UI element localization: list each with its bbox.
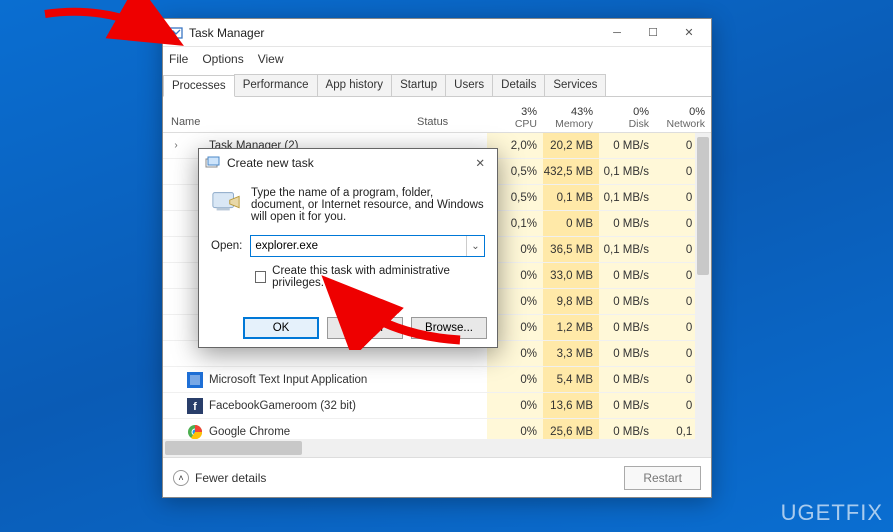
cell-mem: 36,5 MB xyxy=(543,237,599,262)
cell-cpu: 0% xyxy=(487,419,543,439)
tab-users[interactable]: Users xyxy=(445,74,493,96)
menu-view[interactable]: View xyxy=(258,52,284,66)
fewer-details-toggle[interactable]: ˄ Fewer details xyxy=(173,470,266,486)
dialog-description: Type the name of a program, folder, docu… xyxy=(251,187,485,223)
column-headers: Name Status 3%CPU 43%Memory 0%Disk 0%Net… xyxy=(163,97,711,133)
cell-disk: 0 MB/s xyxy=(599,367,655,392)
run-icon xyxy=(211,187,241,217)
col-name[interactable]: Name xyxy=(163,116,417,132)
cell-mem: 0,1 MB xyxy=(543,185,599,210)
cell-disk: 0,1 MB/s xyxy=(599,185,655,210)
cell-cpu: 0% xyxy=(487,367,543,392)
open-label: Open: xyxy=(211,240,242,252)
tab-details[interactable]: Details xyxy=(492,74,545,96)
cell-mem: 5,4 MB xyxy=(543,367,599,392)
dialog-close-button[interactable]: ✕ xyxy=(469,156,491,170)
horizontal-scrollbar[interactable] xyxy=(163,439,711,457)
process-name: Microsoft Text Input Application xyxy=(209,374,367,386)
col-cpu[interactable]: 3%CPU xyxy=(487,106,543,132)
cancel-button[interactable]: Cancel xyxy=(327,317,403,339)
process-name: FacebookGameroom (32 bit) xyxy=(209,400,356,412)
menubar: File Options View xyxy=(163,47,711,71)
col-memory[interactable]: 43%Memory xyxy=(543,106,599,132)
col-disk[interactable]: 0%Disk xyxy=(599,106,655,132)
maximize-button[interactable]: ☐ xyxy=(635,20,671,46)
expand-chevron-icon[interactable]: › xyxy=(171,140,181,151)
window-title: Task Manager xyxy=(189,26,599,40)
process-name: Google Chrome xyxy=(209,426,290,438)
cell-mem: 20,2 MB xyxy=(543,133,599,158)
cell-disk: 0,1 MB/s xyxy=(599,159,655,184)
cell-mem: 13,6 MB xyxy=(543,393,599,418)
app-blue-icon xyxy=(187,372,203,388)
cell-mem: 25,6 MB xyxy=(543,419,599,439)
cell-disk: 0 MB/s xyxy=(599,211,655,236)
cell-mem: 0 MB xyxy=(543,211,599,236)
admin-label: Create this task with administrative pri… xyxy=(272,265,485,289)
admin-checkbox[interactable] xyxy=(255,271,266,283)
table-row[interactable]: Microsoft Text Input Application 0%5,4 MB… xyxy=(163,367,711,393)
browse-button[interactable]: Browse... xyxy=(411,317,487,339)
titlebar[interactable]: Task Manager ─ ☐ ✕ xyxy=(163,19,711,47)
cell-disk: 0 MB/s xyxy=(599,393,655,418)
cell-mem: 432,5 MB xyxy=(543,159,599,184)
menu-options[interactable]: Options xyxy=(202,52,243,66)
dialog-title: Create new task xyxy=(227,156,469,170)
run-dialog-icon xyxy=(205,155,221,171)
tabbar: ProcessesPerformanceApp historyStartupUs… xyxy=(163,71,711,97)
chevron-up-icon: ˄ xyxy=(173,470,189,486)
tab-services[interactable]: Services xyxy=(544,74,606,96)
cell-disk: 0 MB/s xyxy=(599,315,655,340)
cell-disk: 0 MB/s xyxy=(599,133,655,158)
dialog-titlebar[interactable]: Create new task ✕ xyxy=(199,149,497,177)
create-new-task-dialog: Create new task ✕ Type the name of a pro… xyxy=(198,148,498,348)
watermark: UGETFIX xyxy=(781,500,883,526)
fb-icon: f xyxy=(187,398,203,414)
restart-button[interactable]: Restart xyxy=(624,466,701,490)
close-button[interactable]: ✕ xyxy=(671,20,707,46)
open-combobox[interactable]: ⌄ xyxy=(250,235,485,257)
cell-disk: 0,1 MB/s xyxy=(599,237,655,262)
cell-mem: 3,3 MB xyxy=(543,341,599,366)
tab-performance[interactable]: Performance xyxy=(234,74,318,96)
cell-disk: 0 MB/s xyxy=(599,263,655,288)
col-status[interactable]: Status xyxy=(417,116,487,132)
tab-processes[interactable]: Processes xyxy=(163,75,235,97)
cell-disk: 0 MB/s xyxy=(599,289,655,314)
cell-disk: 0 MB/s xyxy=(599,419,655,439)
table-row[interactable]: Google Chrome0%25,6 MB0 MB/s0,1 M xyxy=(163,419,711,439)
col-network[interactable]: 0%Network xyxy=(655,106,711,132)
minimize-button[interactable]: ─ xyxy=(599,20,635,46)
task-manager-icon xyxy=(167,25,183,41)
chrome-icon xyxy=(187,424,203,440)
cell-mem: 33,0 MB xyxy=(543,263,599,288)
chevron-down-icon[interactable]: ⌄ xyxy=(466,236,484,256)
vertical-scrollbar[interactable] xyxy=(695,133,711,439)
cell-mem: 9,8 MB xyxy=(543,289,599,314)
cell-cpu: 0% xyxy=(487,393,543,418)
ok-button[interactable]: OK xyxy=(243,317,319,339)
footer: ˄ Fewer details Restart xyxy=(163,457,711,497)
table-row[interactable]: f FacebookGameroom (32 bit) 0%13,6 MB0 MB/… xyxy=(163,393,711,419)
tab-app-history[interactable]: App history xyxy=(317,74,393,96)
cell-mem: 1,2 MB xyxy=(543,315,599,340)
svg-text:f: f xyxy=(193,401,197,413)
tab-startup[interactable]: Startup xyxy=(391,74,446,96)
open-input[interactable] xyxy=(251,236,466,256)
menu-file[interactable]: File xyxy=(169,52,188,66)
cell-disk: 0 MB/s xyxy=(599,341,655,366)
